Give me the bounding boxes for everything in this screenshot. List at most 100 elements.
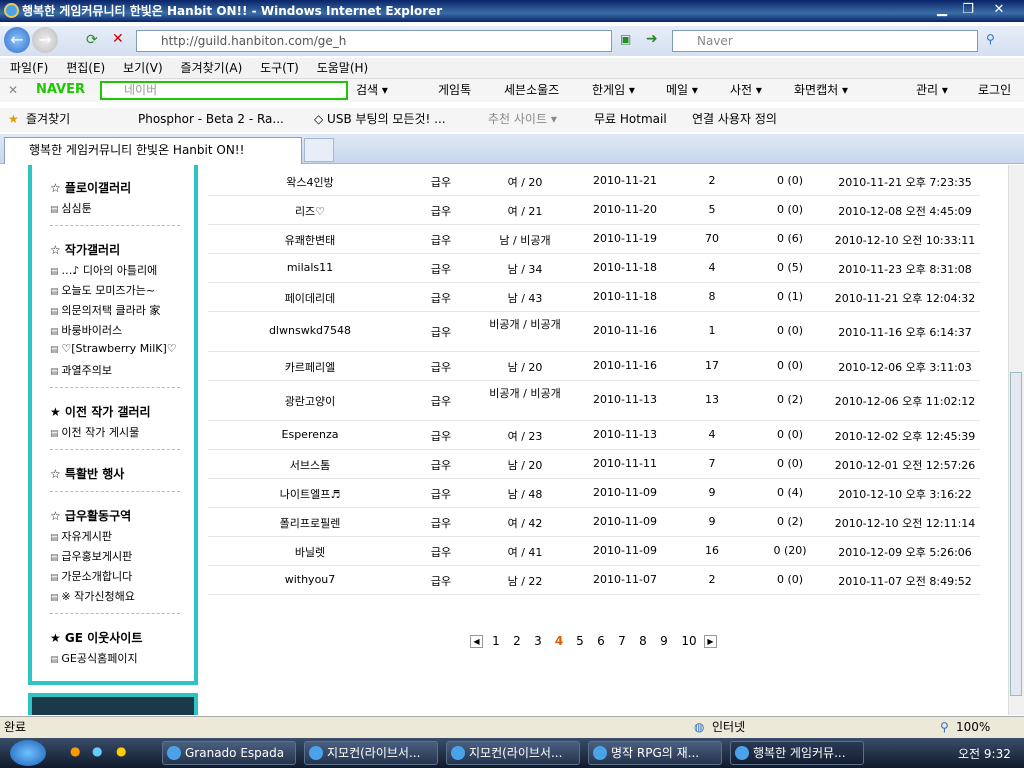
- toolbar-manage[interactable]: 관리 ▾: [916, 79, 948, 101]
- toolbar-login[interactable]: 로그인: [978, 79, 1011, 101]
- rank-cell: 급우: [430, 292, 452, 305]
- new-tab-button[interactable]: [304, 138, 334, 162]
- gender-age-cell: 남 / 20: [507, 459, 543, 472]
- page-link-current[interactable]: 4: [551, 634, 567, 648]
- maximize-button[interactable]: ❐: [956, 1, 980, 19]
- stop-icon[interactable]: ✕: [112, 31, 124, 47]
- nickname-cell[interactable]: milals11: [248, 261, 372, 274]
- nickname-cell[interactable]: dlwnswkd7548: [248, 324, 372, 337]
- toolbar-hangame[interactable]: 한게임 ▾: [592, 79, 635, 101]
- menu-tools[interactable]: 도구(T): [260, 61, 299, 75]
- sidebar-item[interactable]: 급우홍보게시판: [50, 548, 132, 564]
- sidebar-item[interactable]: 의문의저택 클라라 家: [50, 302, 160, 318]
- page-link[interactable]: 6: [593, 634, 609, 648]
- zoom-level[interactable]: 100%: [956, 717, 990, 737]
- sidebar-item[interactable]: 바룽바이러스: [50, 322, 122, 338]
- page-link[interactable]: 1: [488, 634, 504, 648]
- sidebar-item[interactable]: ♡[Strawberry MilK]♡: [50, 342, 176, 355]
- toolbar-gametalk[interactable]: 게임톡: [438, 79, 471, 101]
- naver-search-input[interactable]: 네이버: [100, 81, 348, 100]
- prev-page-icon[interactable]: ◀: [470, 635, 483, 648]
- nickname-cell[interactable]: 바닐렛: [248, 544, 372, 560]
- compat-view-icon[interactable]: ▣: [620, 32, 631, 46]
- join-date-cell: 2010-11-19: [593, 232, 657, 245]
- taskbar-item[interactable]: 명작 RPG의 재...: [588, 741, 722, 765]
- toolbar-search[interactable]: 검색 ▾: [356, 79, 388, 101]
- next-page-icon[interactable]: ▶: [704, 635, 717, 648]
- nickname-cell[interactable]: 왁스4인방: [248, 174, 372, 190]
- sidebar-banner-image[interactable]: [28, 693, 198, 715]
- ie-icon: [593, 746, 607, 760]
- page-link[interactable]: 8: [635, 634, 651, 648]
- forward-button[interactable]: →: [32, 27, 58, 53]
- menu-help[interactable]: 도움말(H): [317, 61, 369, 75]
- quicklaunch-icon[interactable]: ●: [70, 744, 80, 758]
- quicklaunch-icon[interactable]: ●: [116, 744, 126, 758]
- taskbar-item-active[interactable]: 행복한 게임커뮤...: [730, 741, 864, 765]
- menu-edit[interactable]: 편집(E): [66, 61, 105, 75]
- table-row: dlwnswkd7548 급우 비공개 / 비공개 2010-11-16 1 0 (0) 2…: [208, 312, 980, 352]
- address-bar-row: ← → ⟳ ✕ http://guild.hanbiton.com/ge_h ▣…: [0, 26, 1024, 56]
- sidebar-item[interactable]: 오늘도 모미즈가는~: [50, 282, 155, 298]
- nickname-cell[interactable]: 폴리프로필렌: [248, 515, 372, 531]
- page-link[interactable]: 9: [656, 634, 672, 648]
- nickname-cell[interactable]: 나이트엘프♬: [248, 486, 372, 502]
- taskbar-item[interactable]: 지모컨(라이브서...: [446, 741, 580, 765]
- taskbar-item[interactable]: 지모컨(라이브서...: [304, 741, 438, 765]
- nickname-cell[interactable]: 카르페리엘: [248, 359, 372, 375]
- go-icon[interactable]: ➜: [646, 31, 658, 47]
- sidebar-item[interactable]: GE공식홈페이지: [50, 650, 137, 666]
- page-link[interactable]: 2: [509, 634, 525, 648]
- nickname-cell[interactable]: withyou7: [248, 573, 372, 586]
- back-button[interactable]: ←: [4, 27, 30, 53]
- search-input[interactable]: Naver: [672, 30, 978, 52]
- fav-item-recommended[interactable]: 추천 사이트 ▾: [488, 108, 557, 130]
- sidebar-item[interactable]: 심심툰: [50, 200, 91, 216]
- start-button[interactable]: [10, 740, 46, 766]
- fav-item-phosphor[interactable]: Phosphor - Beta 2 - Ra...: [138, 108, 284, 130]
- divider: [50, 225, 180, 226]
- fav-item-custom[interactable]: 연결 사용자 정의: [692, 108, 777, 130]
- favorites-button[interactable]: 즐겨찾기: [26, 108, 70, 130]
- url-input[interactable]: http://guild.hanbiton.com/ge_h: [136, 30, 612, 52]
- sidebar-item[interactable]: 자유게시판: [50, 528, 112, 544]
- toolbar-close-icon[interactable]: ✕: [8, 79, 18, 101]
- sidebar-item[interactable]: ※ 작가신청해요: [50, 588, 134, 604]
- nickname-cell[interactable]: 유쾌한변태: [248, 232, 372, 248]
- menu-view[interactable]: 보기(V): [123, 61, 163, 75]
- refresh-icon[interactable]: ⟳: [86, 32, 98, 48]
- nickname-cell[interactable]: 광란고양이: [248, 393, 372, 409]
- search-icon[interactable]: ⚲: [986, 32, 995, 46]
- page-link[interactable]: 10: [677, 634, 701, 648]
- sidebar-item[interactable]: 이전 작가 게시물: [50, 424, 139, 440]
- sidebar-item[interactable]: …♪ 디아의 아틀리에: [50, 262, 157, 278]
- taskbar-item[interactable]: Granado Espada: [162, 741, 296, 765]
- table-row: 바닐렛 급우 여 / 41 2010-11-09 16 0 (20) 2010-12-09 …: [208, 537, 980, 566]
- sidebar-heading-event[interactable]: ☆ 특활반 행사: [50, 465, 124, 482]
- toolbar-mail[interactable]: 메일 ▾: [666, 79, 698, 101]
- fav-item-hotmail[interactable]: 무료 Hotmail: [594, 108, 667, 130]
- nickname-cell[interactable]: 페이데리데: [248, 290, 372, 306]
- toolbar-dictionary[interactable]: 사전 ▾: [730, 79, 762, 101]
- tab-bar: 행복한 게임커뮤니티 한빛온 Hanbit ON!!: [0, 134, 1024, 164]
- sidebar-item[interactable]: 가문소개합니다: [50, 568, 132, 584]
- fav-item-usb[interactable]: ◇ USB 부팅의 모든것! ...: [314, 108, 446, 130]
- page-link[interactable]: 5: [572, 634, 588, 648]
- scrollbar-thumb[interactable]: [1010, 372, 1022, 696]
- menu-file[interactable]: 파일(F): [10, 61, 48, 75]
- sidebar-item[interactable]: 과열주의보: [50, 362, 112, 378]
- visits-cell: 9: [708, 486, 716, 499]
- minimize-button[interactable]: ▁: [930, 1, 954, 19]
- toolbar-sevensouls[interactable]: 세븐소울즈: [504, 79, 559, 101]
- tab-active[interactable]: 행복한 게임커뮤니티 한빛온 Hanbit ON!!: [4, 137, 302, 164]
- close-button[interactable]: ✕: [984, 1, 1014, 19]
- quicklaunch-icon[interactable]: ●: [92, 744, 102, 758]
- nickname-cell[interactable]: Esperenza: [248, 428, 372, 441]
- join-date-cell: 2010-11-11: [593, 457, 657, 470]
- menu-favorites[interactable]: 즐겨찾기(A): [181, 61, 243, 75]
- toolbar-capture[interactable]: 화면캡처 ▾: [794, 79, 848, 101]
- nickname-cell[interactable]: 리즈♡: [248, 203, 372, 219]
- nickname-cell[interactable]: 서브스톰: [248, 457, 372, 473]
- page-link[interactable]: 3: [530, 634, 546, 648]
- page-link[interactable]: 7: [614, 634, 630, 648]
